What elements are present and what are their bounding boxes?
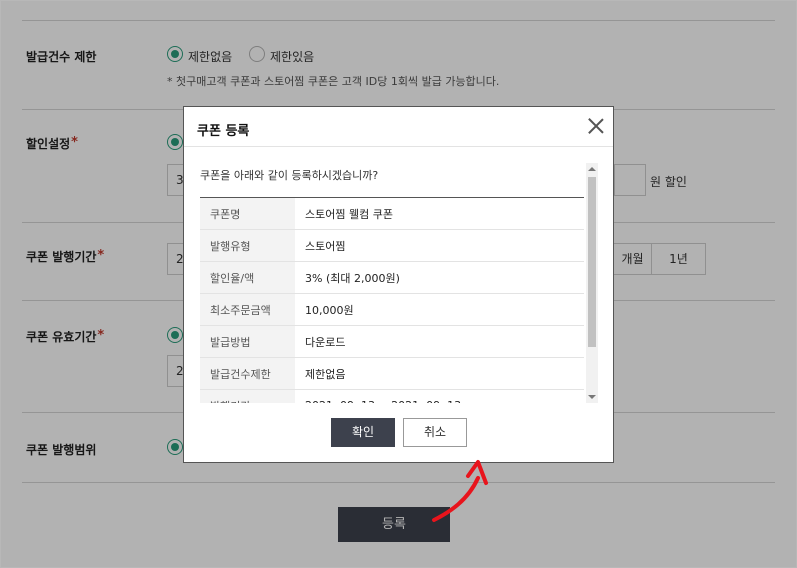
- screenshot-frame: [0, 0, 797, 568]
